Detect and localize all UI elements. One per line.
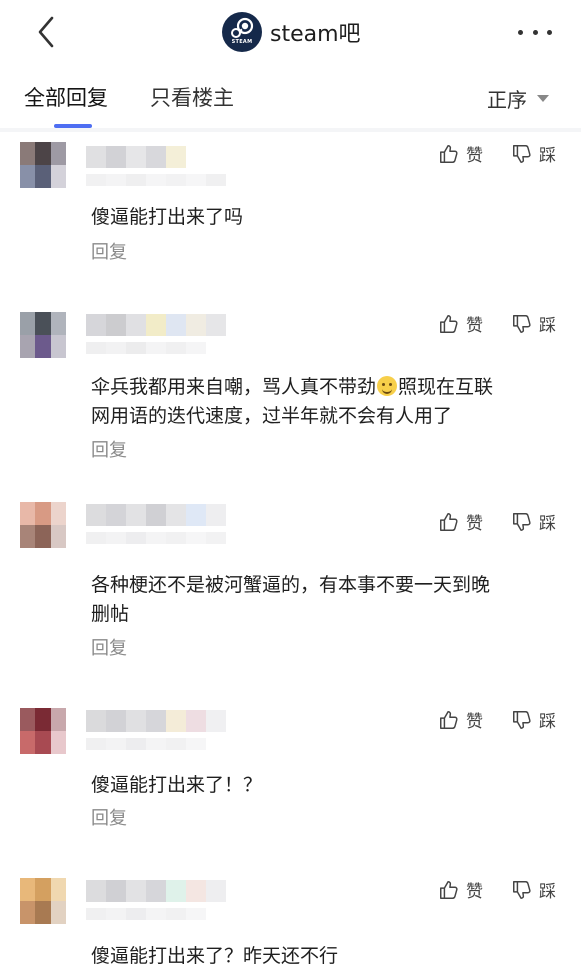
chevron-down-icon bbox=[537, 95, 549, 102]
dislike-label: 踩 bbox=[539, 882, 556, 902]
reply-link[interactable]: 回复 bbox=[91, 634, 127, 660]
comment-line: 傻逼能打出来了？昨天还不行 bbox=[91, 945, 339, 967]
like-button[interactable]: 赞 bbox=[438, 707, 483, 732]
back-icon[interactable] bbox=[32, 14, 60, 50]
like-button[interactable]: 赞 bbox=[438, 509, 483, 534]
comment-actions: 赞 踩 bbox=[438, 509, 556, 534]
comment-line: 傻逼能打出来了！？ bbox=[91, 774, 263, 796]
comment-line: 各种梗还不是被河蟹逼的，有本事不要一天到晚 bbox=[91, 574, 491, 596]
sort-label: 正序 bbox=[487, 88, 527, 112]
reply-link[interactable]: 回复 bbox=[91, 436, 127, 462]
thumbs-down-icon bbox=[513, 880, 531, 899]
username-blurred[interactable] bbox=[86, 314, 226, 336]
avatar[interactable] bbox=[20, 142, 66, 188]
thumbs-up-icon bbox=[440, 314, 458, 333]
avatar[interactable] bbox=[20, 708, 66, 754]
thumbs-up-icon bbox=[440, 710, 458, 729]
post-meta-blurred bbox=[86, 738, 206, 750]
like-label: 赞 bbox=[466, 882, 483, 902]
comment-text: 傻逼能打出来了？昨天还不行 bbox=[91, 942, 561, 971]
comment-text: 各种梗还不是被河蟹逼的，有本事不要一天到晚 删帖 bbox=[91, 571, 561, 629]
comment-fragment: 伞兵我都用来自嘲，骂人真不带劲 bbox=[91, 376, 377, 398]
dot-icon bbox=[518, 29, 523, 35]
forum-header[interactable]: STEAM steam吧 bbox=[222, 12, 361, 52]
logo-wordmark: STEAM bbox=[231, 39, 253, 45]
comment-fragment: 照现在互联 bbox=[398, 376, 494, 398]
dislike-label: 踩 bbox=[539, 316, 556, 336]
dislike-button[interactable]: 踩 bbox=[511, 707, 556, 732]
reply-link[interactable]: 回复 bbox=[91, 804, 127, 830]
thumbs-down-icon bbox=[513, 144, 531, 163]
like-label: 赞 bbox=[466, 712, 483, 732]
post-meta-blurred bbox=[86, 532, 226, 544]
avatar[interactable] bbox=[20, 312, 66, 358]
thumbs-down-icon bbox=[513, 314, 531, 333]
thumbs-down-icon bbox=[513, 512, 531, 531]
like-label: 赞 bbox=[466, 514, 483, 534]
dislike-label: 踩 bbox=[539, 712, 556, 732]
username-blurred[interactable] bbox=[86, 504, 226, 526]
dot-icon bbox=[547, 29, 552, 35]
thumbs-up-icon bbox=[440, 512, 458, 531]
post-meta-blurred bbox=[86, 174, 226, 186]
like-button[interactable]: 赞 bbox=[438, 311, 483, 336]
dislike-label: 踩 bbox=[539, 514, 556, 534]
top-bar: STEAM steam吧 bbox=[0, 0, 581, 64]
comment-actions: 赞 踩 bbox=[438, 141, 556, 166]
sort-dropdown[interactable]: 正序 bbox=[487, 84, 549, 113]
avatar[interactable] bbox=[20, 502, 66, 548]
comment-text: 傻逼能打出来了！？ bbox=[91, 771, 561, 800]
dislike-button[interactable]: 踩 bbox=[511, 877, 556, 902]
reply-filter-tabs: 全部回复 只看楼主 正序 bbox=[0, 72, 581, 130]
thumbs-down-icon bbox=[513, 710, 531, 729]
comment-item: 赞 踩 各种梗还不是被河蟹逼的，有本事不要一天到晚 删帖 回复 bbox=[0, 500, 581, 690]
like-label: 赞 bbox=[466, 316, 483, 336]
dislike-button[interactable]: 踩 bbox=[511, 311, 556, 336]
reply-link[interactable]: 回复 bbox=[91, 238, 127, 264]
sweat-smile-emoji-icon bbox=[377, 376, 398, 396]
comment-text: 伞兵我都用来自嘲，骂人真不带劲 照现在互联 网用语的迭代速度，过半年就不会有人用了 bbox=[91, 373, 561, 431]
username-blurred[interactable] bbox=[86, 880, 226, 902]
username-blurred[interactable] bbox=[86, 146, 186, 168]
dislike-button[interactable]: 踩 bbox=[511, 509, 556, 534]
comment-item: 赞 踩 傻逼能打出来了吗 回复 bbox=[0, 132, 581, 292]
comment-item: 赞 踩 傻逼能打出来了！？ 回复 bbox=[0, 698, 581, 858]
comment-line: 删帖 bbox=[91, 603, 130, 625]
comment-line: 网用语的迭代速度，过半年就不会有人用了 bbox=[91, 405, 453, 427]
comment-actions: 赞 踩 bbox=[438, 311, 556, 336]
page-title: steam吧 bbox=[270, 22, 361, 47]
username-blurred[interactable] bbox=[86, 710, 226, 732]
tab-op-only[interactable]: 只看楼主 bbox=[150, 82, 234, 112]
comment-actions: 赞 踩 bbox=[438, 877, 556, 902]
like-button[interactable]: 赞 bbox=[438, 877, 483, 902]
dislike-button[interactable]: 踩 bbox=[511, 141, 556, 166]
like-label: 赞 bbox=[466, 146, 483, 166]
like-button[interactable]: 赞 bbox=[438, 141, 483, 166]
post-meta-blurred bbox=[86, 342, 206, 354]
comment-item: 赞 踩 伞兵我都用来自嘲，骂人真不带劲 照现在互联 网用语的迭代速度，过半年就不会… bbox=[0, 302, 581, 492]
comment-item: 赞 踩 傻逼能打出来了？昨天还不行 bbox=[0, 868, 581, 978]
thumbs-up-icon bbox=[440, 880, 458, 899]
steam-logo: STEAM bbox=[222, 12, 262, 52]
avatar[interactable] bbox=[20, 878, 66, 924]
more-options-icon[interactable] bbox=[518, 22, 552, 42]
post-meta-blurred bbox=[86, 908, 206, 920]
comment-line: 傻逼能打出来了吗 bbox=[91, 206, 244, 228]
comment-line: 伞兵我都用来自嘲，骂人真不带劲 照现在互联 bbox=[91, 373, 561, 402]
thumbs-up-icon bbox=[440, 144, 458, 163]
dot-icon bbox=[532, 29, 538, 35]
dislike-label: 踩 bbox=[539, 146, 556, 166]
comment-text: 傻逼能打出来了吗 bbox=[91, 203, 561, 232]
comment-actions: 赞 踩 bbox=[438, 707, 556, 732]
tab-all-replies[interactable]: 全部回复 bbox=[24, 82, 108, 112]
